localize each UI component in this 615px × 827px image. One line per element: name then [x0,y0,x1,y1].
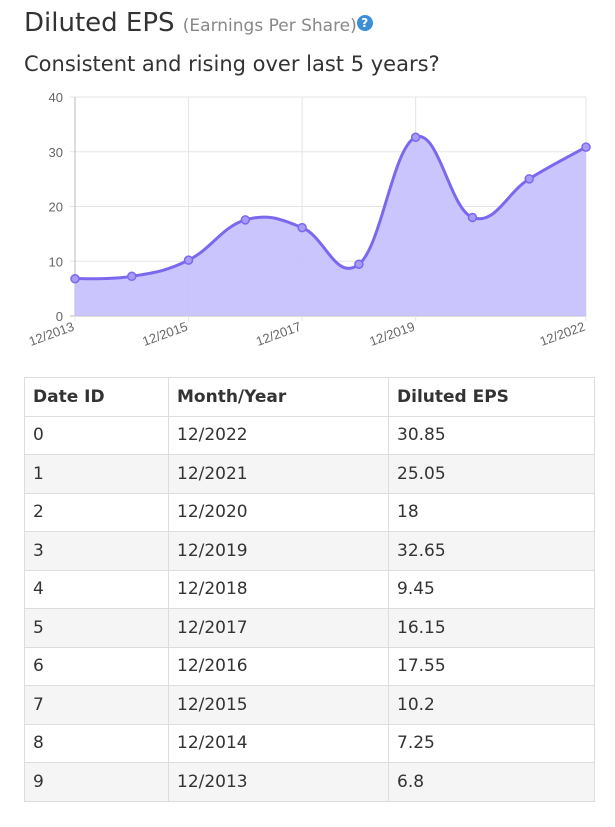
y-tick-label: 10 [49,254,63,269]
table-row: 4 12/2018 9.45 [24,569,595,609]
table-cell: 7.25 [388,723,595,763]
data-point [410,132,421,142]
column-header: Month/Year [168,377,389,417]
table-cell: 12/2017 [168,608,389,648]
table-cell: 1 [24,454,169,494]
area-fill [75,136,586,316]
table-cell: 4 [24,569,169,609]
table-cell: 9.45 [388,569,595,609]
data-point [297,222,307,233]
table-cell: 6.8 [388,762,595,802]
x-tick-label: 12/2019 [367,319,416,349]
data-point [127,271,137,282]
x-tick-label: 12/2013 [27,319,76,349]
data-point [524,174,534,184]
table-row: 6 12/2016 17.55 [24,646,595,686]
question-heading: Consistent and rising over last 5 years? [24,52,440,76]
table-row: 5 12/2017 16.15 [24,608,595,648]
table-cell: 2 [24,492,169,532]
data-point [70,274,80,284]
table-cell: 12/2021 [168,454,389,494]
table-cell: 12/2015 [168,685,389,725]
table-row: 9 12/2013 6.8 [24,762,595,802]
help-icon[interactable]: ? [356,15,373,31]
table-cell: 12/2013 [168,762,389,802]
table-row: 8 12/2014 7.25 [24,723,595,763]
table-cell: 8 [24,723,169,763]
table-cell: 6 [24,646,169,686]
table-header-row: Date ID Month/Year Diluted EPS [24,377,595,417]
data-point [581,142,591,152]
table-cell: 32.65 [388,531,595,571]
table-cell: 7 [24,685,169,725]
data-point [467,212,478,223]
table-cell: 25.05 [388,454,595,494]
table-cell: 12/2016 [168,646,389,686]
title-text: Diluted EPS [24,8,175,38]
table-cell: 9 [24,762,169,802]
data-point [354,259,364,270]
page-title: Diluted EPS (Earnings Per Share)? [24,8,373,38]
table-cell: 5 [24,608,169,648]
x-tick-label: 12/2017 [254,319,303,349]
column-header: Date ID [24,377,169,417]
table-row: 3 12/2019 32.65 [24,531,595,571]
table-cell: 0 [24,415,169,455]
y-tick-label: 30 [49,145,63,160]
table-cell: 16.15 [388,608,595,648]
data-point [240,215,251,225]
title-subtitle: (Earnings Per Share) [182,16,357,36]
y-tick-label: 40 [49,90,63,105]
table-cell: 12/2018 [168,569,389,609]
y-tick-label: 20 [49,200,63,215]
table-cell: 18 [388,492,595,532]
eps-chart: 01020304012/2013 12/2015 12/2017 12/2019 12/… [27,90,591,349]
x-tick-label: 12/2022 [538,319,587,349]
x-tick-label: 12/2015 [140,319,189,349]
table-cell: 12/2014 [168,723,389,763]
table-row: 2 12/2020 18 [24,492,595,532]
data-point [183,255,194,265]
table-cell: 12/2020 [168,492,389,532]
table-cell: 3 [24,531,169,571]
table-cell: 30.85 [388,415,595,455]
table-cell: 12/2019 [168,531,389,571]
table-row: 0 12/2022 30.85 [24,415,595,455]
table-cell: 12/2022 [168,415,389,455]
table-row: 7 12/2015 10.2 [24,685,595,725]
table-cell: 17.55 [388,646,595,686]
table-row: 1 12/2021 25.05 [24,454,595,494]
column-header: Diluted EPS [388,377,595,417]
table-cell: 10.2 [388,685,595,725]
eps-table: Date ID Month/Year Diluted EPS 0 12/2022 30.… [24,377,595,802]
